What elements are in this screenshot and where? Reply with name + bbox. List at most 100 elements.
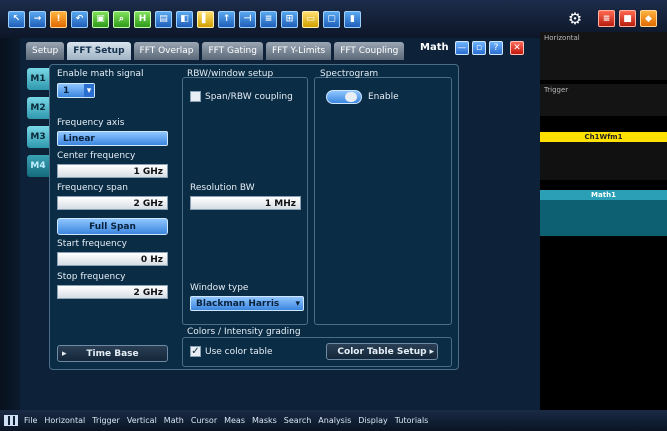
- tab-fft-ylimits[interactable]: FFT Y-Limits: [265, 42, 332, 60]
- menu-trigger[interactable]: Trigger: [92, 416, 120, 425]
- cursor-icon[interactable]: ↑: [218, 10, 235, 28]
- stop-frequency-field[interactable]: 2 GHz: [57, 285, 168, 299]
- math-tab-m3[interactable]: M3: [27, 126, 49, 148]
- span-rbw-coupling-checkbox[interactable]: [190, 91, 201, 102]
- color-table-setup-label: Color Table Setup: [337, 347, 427, 357]
- bottom-menubar: File Horizontal Trigger Vertical Math Cu…: [0, 410, 667, 431]
- math-dialog: Setup FFT Setup FFT Overlap FFT Gating F…: [20, 38, 540, 410]
- histogram-icon[interactable]: H: [134, 10, 151, 28]
- frequency-span-field[interactable]: 2 GHz: [57, 196, 168, 210]
- use-color-table-label: Use color table: [205, 347, 273, 357]
- bookmark-icon[interactable]: ▌: [197, 10, 214, 28]
- math-tab-m4[interactable]: M4: [27, 155, 49, 177]
- undo-icon[interactable]: ↶: [71, 10, 88, 28]
- enable-math-select[interactable]: 1 ▾: [57, 83, 95, 98]
- run-icon[interactable]: ≡: [598, 10, 615, 27]
- window-type-value: Blackman Harris: [196, 299, 280, 309]
- folder-icon[interactable]: ▭: [302, 10, 319, 28]
- menu-masks[interactable]: Masks: [252, 416, 277, 425]
- menu-analysis[interactable]: Analysis: [318, 416, 351, 425]
- minimize-icon[interactable]: —: [455, 41, 469, 55]
- span-rbw-coupling-label: Span/RBW coupling: [205, 92, 293, 102]
- window-type-select[interactable]: Blackman Harris ▾: [190, 296, 304, 311]
- rbw-group-label: RBW/window setup: [187, 69, 274, 79]
- color-table-setup-button[interactable]: Color Table Setup ▸: [326, 343, 438, 360]
- close-icon[interactable]: ✕: [510, 41, 524, 55]
- back-icon[interactable]: ↖: [8, 10, 25, 28]
- chevron-down-icon: ▾: [295, 299, 300, 309]
- menu-file[interactable]: File: [24, 416, 37, 425]
- ch1-info: [540, 142, 667, 180]
- spectrogram-label: Spectrogram: [320, 69, 379, 79]
- tab-fft-coupling[interactable]: FFT Coupling: [334, 42, 405, 60]
- frequency-axis-label: Frequency axis: [57, 118, 125, 128]
- marker-icon[interactable]: ◧: [176, 10, 193, 28]
- app-grid-icon[interactable]: [4, 415, 18, 426]
- save-icon[interactable]: ▢: [323, 10, 340, 28]
- expand-icon: ▸: [62, 349, 67, 359]
- help-icon[interactable]: ?: [489, 41, 503, 55]
- camera-icon[interactable]: ▣: [92, 10, 109, 28]
- menu-math[interactable]: Math: [164, 416, 184, 425]
- menu-tutorials[interactable]: Tutorials: [395, 416, 429, 425]
- window-type-label: Window type: [190, 283, 249, 293]
- toggle-knob: [345, 92, 357, 102]
- fft-tabs: Setup FFT Setup FFT Overlap FFT Gating F…: [26, 42, 407, 60]
- enable-math-value: 1: [63, 86, 70, 96]
- protocol-icon[interactable]: ⊞: [281, 10, 298, 28]
- sort-icon[interactable]: ≡: [260, 10, 277, 28]
- math-tab-m2[interactable]: M2: [27, 97, 49, 119]
- spectrogram-enable-toggle[interactable]: [326, 90, 362, 104]
- horizontal-title: Horizontal: [544, 34, 580, 42]
- right-toolbar: ≡ ■ ◆: [598, 10, 661, 27]
- horizontal-info: Horizontal: [540, 32, 667, 80]
- chevron-down-icon: ▾: [84, 84, 94, 97]
- expand-icon: ▸: [429, 347, 434, 357]
- full-span-button[interactable]: Full Span: [57, 218, 168, 235]
- tab-setup[interactable]: Setup: [26, 42, 65, 60]
- time-base-label: Time Base: [86, 349, 139, 359]
- time-base-button[interactable]: ▸ Time Base: [57, 345, 168, 362]
- menu-cursor[interactable]: Cursor: [191, 416, 217, 425]
- info-icon[interactable]: !: [50, 10, 67, 28]
- stop-icon[interactable]: ■: [619, 10, 636, 27]
- use-color-table-checkbox[interactable]: ✓: [190, 346, 201, 357]
- center-frequency-field[interactable]: 1 GHz: [57, 164, 168, 178]
- center-frequency-label: Center frequency: [57, 151, 136, 161]
- forward-icon[interactable]: →: [29, 10, 46, 28]
- trigger-title: Trigger: [544, 86, 569, 94]
- menu-vertical[interactable]: Vertical: [127, 416, 157, 425]
- start-frequency-field[interactable]: 0 Hz: [57, 252, 168, 266]
- ch1-wfm1-header[interactable]: Ch1Wfm1: [540, 132, 667, 142]
- spectrogram-group: [314, 77, 452, 325]
- tab-fft-overlap[interactable]: FFT Overlap: [133, 42, 200, 60]
- left-strip: [0, 38, 20, 410]
- tab-fft-gating[interactable]: FFT Gating: [202, 42, 263, 60]
- autoset-icon[interactable]: ◆: [640, 10, 657, 27]
- tab-fft-setup[interactable]: FFT Setup: [67, 42, 131, 60]
- measure-icon[interactable]: ⊣: [239, 10, 256, 28]
- menu-display[interactable]: Display: [358, 416, 388, 425]
- zoom-icon[interactable]: ⌕: [113, 10, 130, 28]
- math1-header[interactable]: Math1: [540, 190, 667, 200]
- gear-icon[interactable]: ⚙: [566, 10, 584, 28]
- menu-meas[interactable]: Meas: [224, 416, 245, 425]
- layout-icon[interactable]: ▤: [155, 10, 172, 28]
- math-channel-tabs: M1 M2 M3 M4: [27, 68, 49, 184]
- math-tab-m1[interactable]: M1: [27, 68, 49, 90]
- resolution-bw-field[interactable]: 1 MHz: [190, 196, 301, 210]
- right-info-panel: Horizontal Trigger Ch1Wfm1 Math1: [540, 32, 667, 410]
- trigger-info: Trigger: [540, 84, 667, 116]
- menu-horizontal[interactable]: Horizontal: [44, 416, 85, 425]
- restore-icon[interactable]: ▫: [472, 41, 486, 55]
- dialog-title: Math: [420, 42, 449, 53]
- delete-icon[interactable]: ▮: [344, 10, 361, 28]
- spectrogram-enable-label: Enable: [368, 92, 399, 102]
- colors-group-label: Colors / Intensity grading: [187, 327, 301, 337]
- enable-math-label: Enable math signal: [57, 69, 144, 79]
- resolution-bw-label: Resolution BW: [190, 183, 255, 193]
- menu-search[interactable]: Search: [284, 416, 311, 425]
- math1-info: [540, 200, 667, 236]
- frequency-axis-select[interactable]: Linear: [57, 131, 168, 146]
- frequency-span-label: Frequency span: [57, 183, 128, 193]
